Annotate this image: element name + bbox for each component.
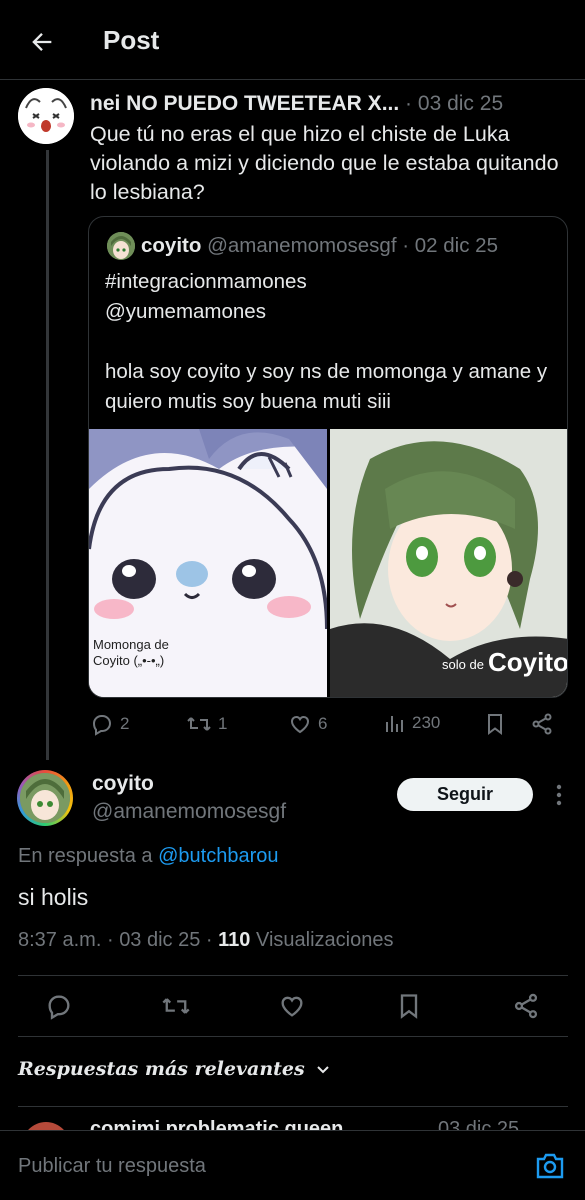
views-label[interactable]: Visualizaciones <box>256 929 394 951</box>
replying-to: En respuesta a @butchbarou <box>18 845 278 868</box>
camera-icon <box>536 1153 564 1179</box>
share-button[interactable] <box>510 990 542 1022</box>
image-caption-line-2: Coyito („•-•„) <box>93 653 165 668</box>
page-title: Post <box>103 25 160 55</box>
main-tweet-avatar[interactable] <box>17 770 73 826</box>
bookmark-button[interactable] <box>484 712 506 736</box>
reply-icon <box>92 715 112 736</box>
repost-icon <box>187 717 211 731</box>
separator-dot: · <box>402 234 410 257</box>
like-button[interactable] <box>276 990 308 1022</box>
heart-icon <box>290 715 310 734</box>
arrow-left-icon <box>32 33 52 51</box>
bookmark-icon <box>400 994 418 1019</box>
parent-tweet-date[interactable]: 03 dic 25 <box>418 92 503 115</box>
quoted-tweet-handle: @amanemomosesgf <box>207 234 397 257</box>
bookmark-button[interactable] <box>393 990 425 1022</box>
separator-dot: · <box>405 92 413 115</box>
views-count: 230 <box>412 713 441 732</box>
divider <box>18 1036 568 1037</box>
parent-tweet-text: Que tú no eras el que hizo el chiste de … <box>90 122 559 204</box>
image-caption: Momonga de Coyito („•-•„) <box>93 637 169 669</box>
more-options-button[interactable] <box>544 780 574 810</box>
repost-icon <box>162 998 190 1014</box>
main-tweet-text: si holis <box>18 884 89 910</box>
more-vertical-icon <box>556 784 562 806</box>
next-reply-preview[interactable]: comimi problematic queen 03 dic 25 <box>0 1108 585 1130</box>
reply-count: 2 <box>120 714 130 733</box>
quoted-tweet-mention: @yumemamones <box>105 300 266 323</box>
quoted-tweet-avatar <box>107 232 135 260</box>
share-button[interactable] <box>530 712 554 736</box>
reply-author-name: comimi problematic queen <box>90 1118 344 1130</box>
quoted-tweet-author-name: coyito <box>141 234 202 257</box>
views-icon <box>386 716 403 732</box>
replies-sort-selector[interactable]: Respuestas más relevantes <box>18 1058 331 1080</box>
image-caption-small: solo de <box>442 657 484 672</box>
follow-button[interactable]: Seguir <box>397 778 533 811</box>
top-header: Post <box>0 0 585 80</box>
parent-tweet-actions: 2 1 6 230 <box>88 706 568 746</box>
main-tweet-actions <box>0 976 585 1036</box>
repost-count: 1 <box>218 714 228 733</box>
separator-dot: · <box>205 929 213 951</box>
parent-tweet-author-name[interactable]: nei NO PUEDO TWEETEAR X... <box>90 92 399 115</box>
repost-button[interactable]: 1 <box>186 712 227 736</box>
parent-tweet-avatar[interactable] <box>18 88 74 144</box>
avatar-illustration <box>18 88 74 144</box>
views-count[interactable]: 110 <box>218 929 250 951</box>
reply-icon <box>48 995 70 1020</box>
avatar-image <box>20 773 70 823</box>
avatar-illustration <box>20 773 70 823</box>
quoted-tweet-card[interactable]: coyito @amanemomosesgf · 02 dic 25 #inte… <box>88 216 568 698</box>
divider <box>18 1106 568 1107</box>
thread-line <box>46 150 49 760</box>
share-icon <box>532 713 552 735</box>
views-button[interactable]: 230 <box>384 712 440 734</box>
tweet-time: 8:37 a.m. <box>18 929 102 951</box>
reply-button[interactable]: 2 <box>90 712 129 736</box>
quoted-tweet-hashtag: #integracionmamones <box>105 270 307 293</box>
bookmark-icon <box>488 714 502 735</box>
reply-date: 03 dic 25 <box>438 1118 520 1130</box>
quoted-tweet-image-amane[interactable]: solo de Coyito <box>330 429 568 697</box>
main-tweet-author-name[interactable]: coyito <box>92 772 154 796</box>
separator-dot: · <box>106 929 114 951</box>
tweet-date: 03 dic 25 <box>119 929 201 951</box>
reply-input[interactable]: Publicar tu respuesta <box>18 1155 206 1178</box>
reply-button[interactable] <box>43 990 75 1022</box>
quoted-tweet-body: hola soy coyito y soy ns de momonga y am… <box>105 360 548 413</box>
back-button[interactable] <box>22 22 62 62</box>
share-icon <box>514 993 538 1019</box>
quoted-tweet-header: coyito @amanemomosesgf · 02 dic 25 <box>141 234 498 258</box>
replying-to-prefix: En respuesta a <box>18 845 153 867</box>
image-caption-line-1: Momonga de <box>93 637 169 652</box>
camera-button[interactable] <box>534 1151 566 1181</box>
like-button[interactable]: 6 <box>288 712 327 736</box>
reply-avatar <box>22 1122 70 1130</box>
replying-to-handle[interactable]: @butchbarou <box>158 845 278 867</box>
main-tweet-handle[interactable]: @amanemomosesgf <box>92 800 286 824</box>
quoted-tweet-date: 02 dic 25 <box>414 234 498 257</box>
repost-button[interactable] <box>160 990 192 1022</box>
heart-icon <box>281 996 303 1017</box>
chevron-down-icon <box>317 1066 329 1074</box>
quoted-tweet-text: #integracionmamones @yumemamones hola so… <box>105 267 555 417</box>
replies-sort-label: Respuestas más relevantes <box>18 1058 305 1080</box>
image-caption-big: Coyito <box>488 647 568 677</box>
main-tweet-meta: 8:37 a.m. · 03 dic 25 · 110 Visualizacio… <box>18 929 393 952</box>
quoted-tweet-image-momonga[interactable]: Momonga de Coyito („•-•„) <box>89 429 327 697</box>
parent-tweet-header: nei NO PUEDO TWEETEAR X... · 03 dic 25 <box>90 92 503 116</box>
avatar-illustration <box>107 232 135 260</box>
like-count: 6 <box>318 714 328 733</box>
reply-compose-bar: Publicar tu respuesta <box>0 1130 585 1200</box>
